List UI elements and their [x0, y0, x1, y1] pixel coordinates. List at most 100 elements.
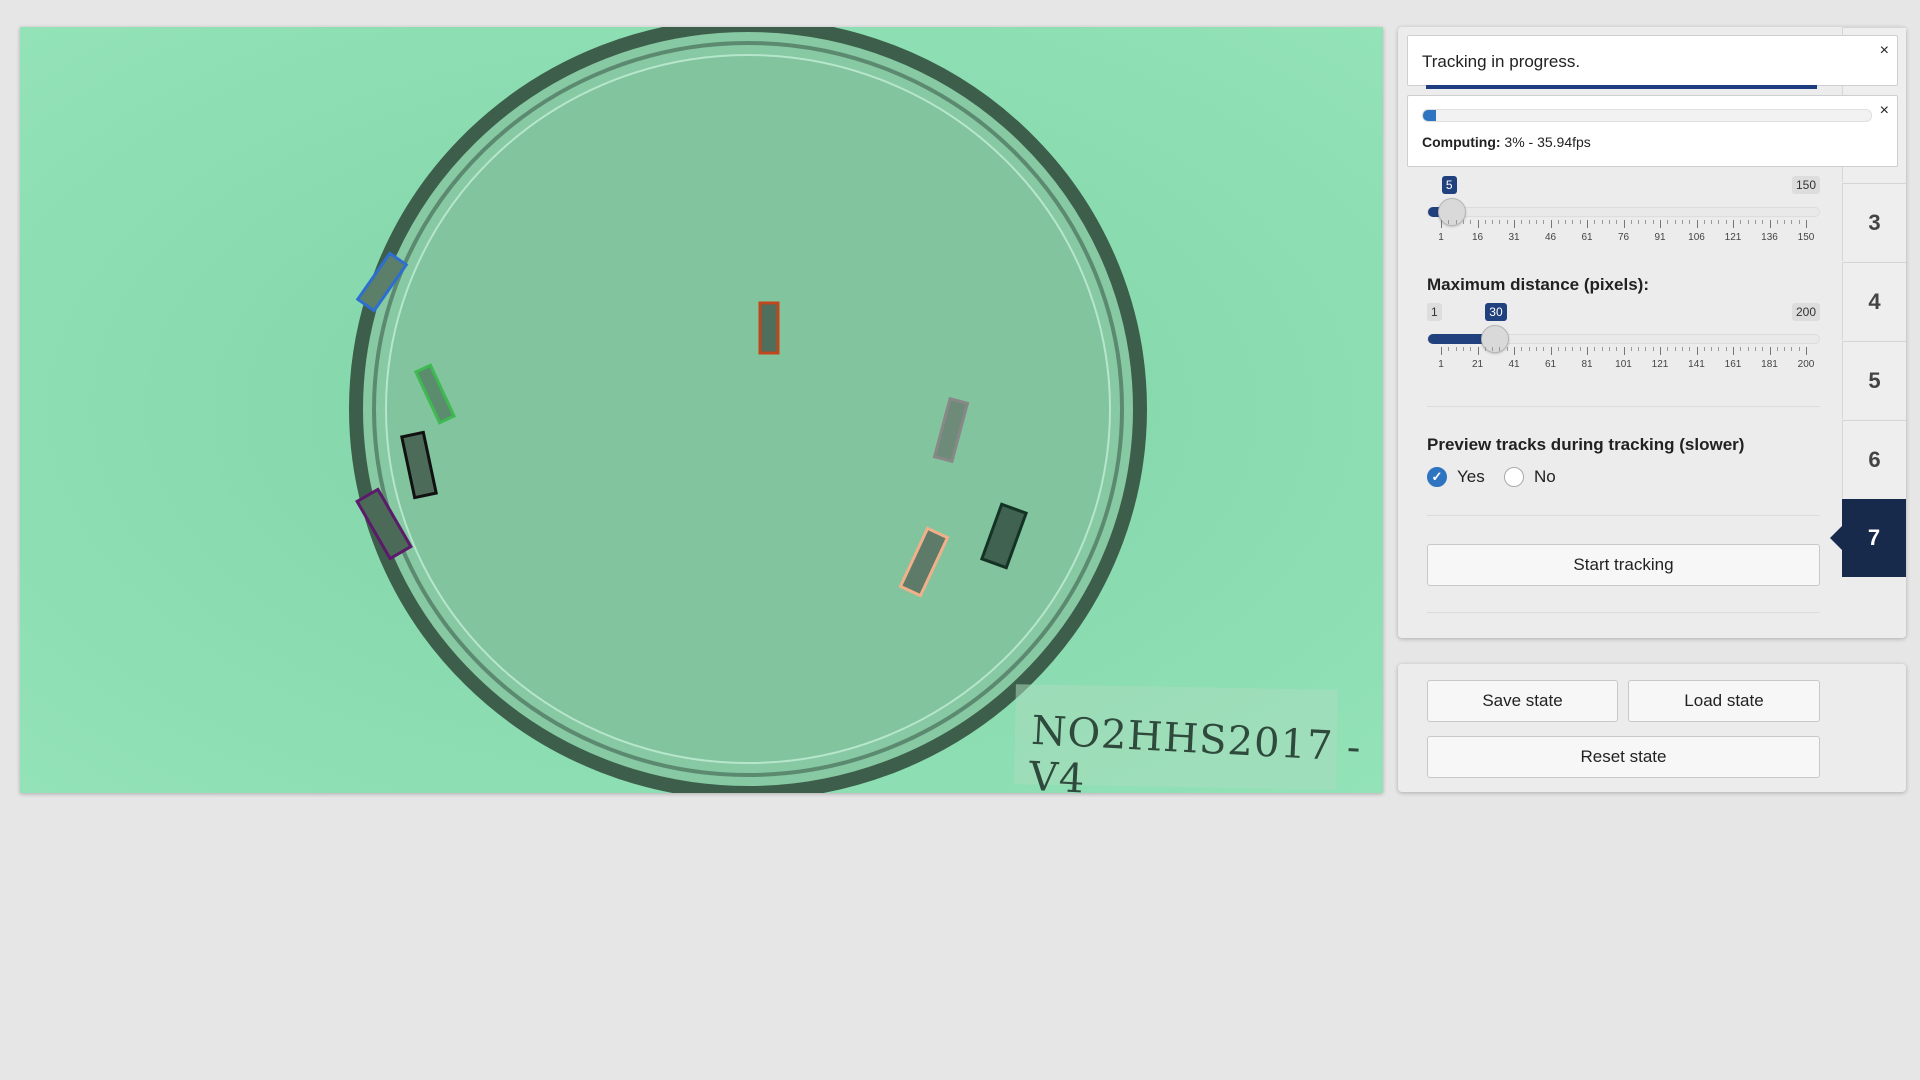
- slider-minor-tick: [1448, 347, 1450, 351]
- slider-minor-tick: [1499, 347, 1501, 351]
- close-icon[interactable]: ×: [1880, 102, 1889, 120]
- save-state-button[interactable]: Save state: [1427, 680, 1618, 722]
- slider-tick-label: 141: [1688, 359, 1705, 370]
- slider-minor-tick: [1579, 347, 1581, 351]
- reset-state-button[interactable]: Reset state: [1427, 736, 1820, 778]
- slider-handle[interactable]: [1437, 198, 1466, 226]
- larva-box-orange: [758, 301, 780, 355]
- slider-minor-tick: [1681, 220, 1683, 224]
- slider-minor-tick: [1667, 220, 1669, 224]
- slider-tick-label: 1: [1438, 359, 1444, 370]
- tracking-notification: Tracking in progress. ×: [1407, 35, 1898, 89]
- slider-minor-tick: [1718, 220, 1720, 224]
- slider-tick: [1550, 220, 1552, 228]
- frames-slider[interactable]: 5 150 1 16 31 46 61 76 91 106 121 136 150: [1427, 176, 1820, 246]
- slider-minor-tick: [1462, 220, 1464, 224]
- slider-tick-label: 200: [1797, 359, 1815, 370]
- tab-step-6[interactable]: 6: [1842, 420, 1906, 498]
- tab-step-4[interactable]: 4: [1842, 262, 1906, 340]
- slider-minor-tick: [1798, 347, 1800, 351]
- slider-tick-label: 61: [1544, 359, 1557, 370]
- slider-tick: [1514, 220, 1515, 228]
- slider-tick: [1733, 347, 1734, 355]
- slider-minor-tick: [1689, 347, 1691, 351]
- progress-bar: [1422, 109, 1872, 122]
- tab-step-5[interactable]: 5: [1842, 341, 1906, 419]
- notification-message: Tracking in progress.: [1422, 52, 1581, 71]
- slider-tick-label: 46: [1544, 232, 1557, 243]
- slider-minor-tick: [1725, 220, 1727, 224]
- tab-step-3[interactable]: 3: [1842, 183, 1906, 261]
- slider-tick: [1477, 220, 1479, 228]
- slider-tick: [1733, 220, 1734, 228]
- slider-tick-label: 31: [1508, 232, 1520, 243]
- slider-tick: [1806, 220, 1807, 228]
- slider-minor-tick: [1754, 347, 1756, 351]
- slider-tick-label: 101: [1615, 359, 1632, 370]
- slider-minor-tick: [1667, 347, 1669, 351]
- slider-minor-tick: [1674, 220, 1676, 224]
- slider-minor-tick: [1754, 220, 1756, 224]
- slider-minor-tick: [1470, 347, 1472, 351]
- slider-tick-label: 91: [1654, 232, 1666, 243]
- close-icon[interactable]: ×: [1880, 42, 1889, 60]
- slider-minor-tick: [1718, 347, 1720, 351]
- slider-value-badge: 5: [1441, 176, 1457, 194]
- slider-tick: [1769, 220, 1771, 228]
- checkmark-icon: ✓: [1427, 467, 1447, 487]
- slider-minor-tick: [1652, 220, 1654, 224]
- slider-minor-tick: [1528, 347, 1530, 351]
- slider-tick: [1623, 220, 1625, 228]
- slider-minor-tick: [1528, 220, 1530, 224]
- slider-minor-tick: [1521, 220, 1523, 224]
- slider-minor-tick: [1711, 220, 1713, 224]
- load-state-button[interactable]: Load state: [1628, 680, 1820, 722]
- slider-minor-tick: [1645, 220, 1647, 224]
- slider-tick-label: 136: [1761, 232, 1778, 243]
- preview-no-radio[interactable]: No: [1504, 467, 1556, 487]
- slider-tick: [1441, 220, 1442, 228]
- slider-minor-tick: [1784, 347, 1786, 351]
- petri-dish-image: [20, 27, 1383, 793]
- preview-yes-radio[interactable]: ✓ Yes: [1427, 467, 1485, 487]
- slider-minor-tick: [1616, 347, 1618, 351]
- slider-track: [1427, 207, 1820, 217]
- divider: [1427, 612, 1820, 613]
- slider-minor-tick: [1630, 220, 1632, 224]
- slider-tick-label: 121: [1724, 232, 1742, 243]
- slider-minor-tick: [1711, 347, 1713, 351]
- slider-minor-tick: [1638, 220, 1640, 224]
- slider-minor-tick: [1565, 347, 1567, 351]
- slider-minor-tick: [1462, 347, 1464, 351]
- slider-tick: [1587, 220, 1588, 228]
- slider-tick: [1806, 347, 1807, 355]
- slider-minor-tick: [1784, 220, 1786, 224]
- slider-minor-tick: [1492, 347, 1494, 351]
- slider-minor-tick: [1645, 347, 1647, 351]
- divider: [1427, 515, 1820, 516]
- slider-minor-tick: [1601, 220, 1603, 224]
- slider-tick-label: 106: [1688, 232, 1705, 243]
- slider-tick-label: 16: [1471, 232, 1484, 243]
- slider-minor-tick: [1747, 347, 1749, 351]
- slider-minor-tick: [1638, 347, 1640, 351]
- slider-minor-tick: [1725, 347, 1727, 351]
- slider-tick-label: 61: [1581, 232, 1593, 243]
- max-distance-label: Maximum distance (pixels):: [1427, 275, 1650, 294]
- slider-minor-tick: [1703, 220, 1705, 224]
- slider-minor-tick: [1455, 220, 1457, 224]
- progress-notification: × Computing: 3% - 35.94fps: [1407, 95, 1898, 167]
- tab-step-7[interactable]: 7: [1830, 499, 1906, 577]
- start-tracking-button[interactable]: Start tracking: [1427, 544, 1820, 586]
- slider-min-badge: 1: [1427, 303, 1442, 321]
- slider-tick-label: 181: [1761, 359, 1778, 370]
- divider: [1427, 406, 1820, 407]
- slider-tick: [1550, 347, 1552, 355]
- max-distance-slider[interactable]: 1 30 200 1 21 41 61 81 101 121 141 161 181 200: [1427, 303, 1820, 373]
- slider-minor-tick: [1572, 220, 1574, 224]
- slider-minor-tick: [1674, 347, 1676, 351]
- slider-minor-tick: [1747, 220, 1749, 224]
- slider-minor-tick: [1776, 347, 1778, 351]
- slider-minor-tick: [1689, 220, 1691, 224]
- slider-tick: [1477, 347, 1479, 355]
